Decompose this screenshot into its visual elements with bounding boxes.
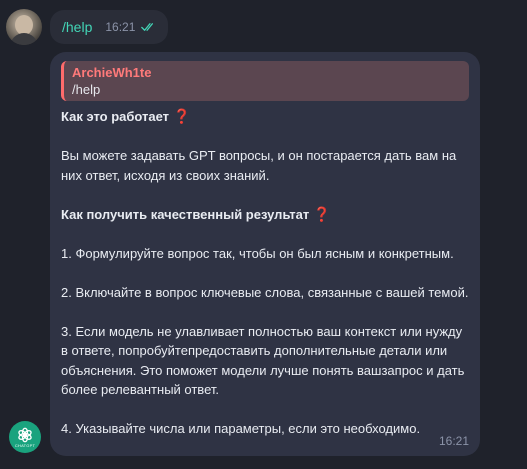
- reply-text: /help: [72, 82, 101, 97]
- openai-logo-icon: [18, 427, 32, 443]
- heading-quality: Как получить качественный результат: [61, 206, 310, 222]
- avatar-face: [15, 15, 33, 35]
- bot-avatar[interactable]: CHATGPT: [9, 421, 41, 453]
- incoming-message-time: 16:21: [438, 434, 469, 448]
- question-mark-icon: ❓: [313, 205, 331, 222]
- heading-how-it-works: Как это работает: [61, 109, 170, 124]
- list-item-1: 1. Формулируйте вопрос так, чтобы он был…: [61, 245, 454, 261]
- message-body: Как это работает ❓ Вы можете задавать GPT…: [61, 107, 469, 439]
- outgoing-message-time: 16:21: [105, 20, 136, 34]
- reply-author: ArchieWh1te: [72, 65, 152, 80]
- list-item-4: 4. Указывайте числа или параметры, если …: [61, 421, 421, 436]
- incoming-message[interactable]: ArchieWh1te /help Как это работает ❓ Вы м…: [50, 52, 480, 456]
- outgoing-message-text: /help: [62, 19, 93, 35]
- bot-avatar-label: CHATGPT: [14, 443, 36, 448]
- user-avatar[interactable]: [6, 9, 42, 45]
- double-check-icon: [141, 23, 154, 31]
- reply-quote[interactable]: ArchieWh1te /help: [61, 61, 469, 101]
- list-item-2: 2. Включайте в вопрос ключевые слова, св…: [61, 284, 469, 300]
- paragraph-intro: Вы можете задавать GPT вопросы, и он пос…: [61, 148, 457, 183]
- avatar-body: [10, 33, 38, 45]
- question-mark-icon: ❓: [173, 108, 191, 124]
- outgoing-message[interactable]: /help 16:21: [50, 10, 168, 44]
- list-item-3: 3. Если модель не улавливает полностью в…: [61, 323, 465, 398]
